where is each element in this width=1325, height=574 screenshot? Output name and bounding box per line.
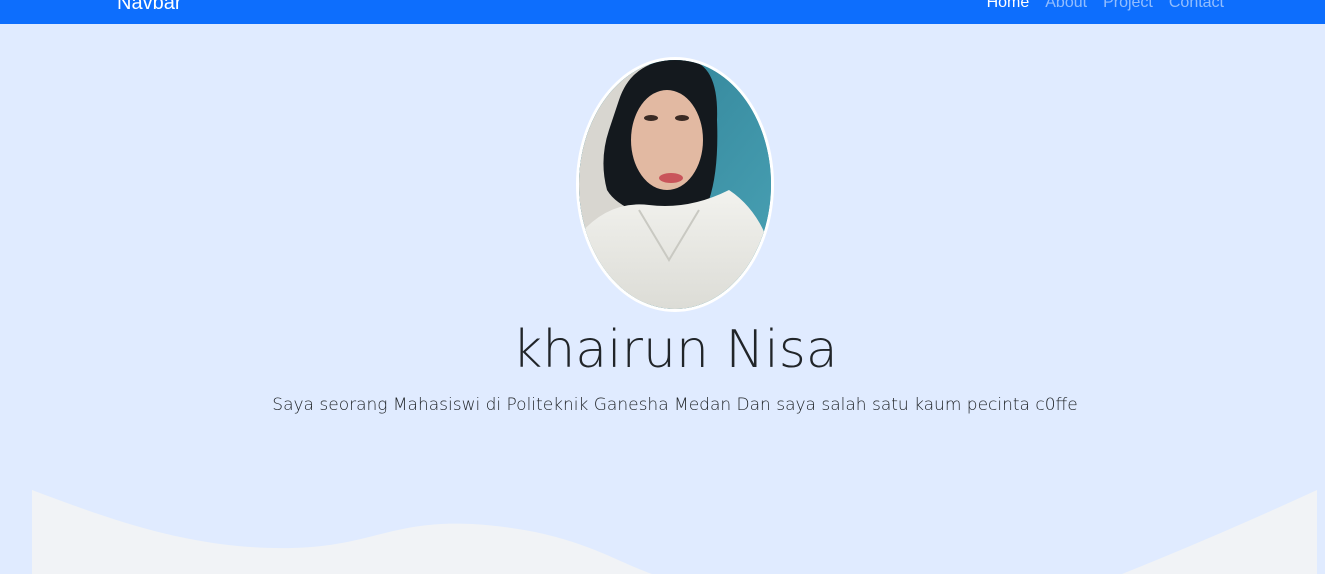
profile-tagline: Saya seorang Mahasiswi di Politeknik Gan… [272,395,1078,415]
navbar: Navbar Home About Project Contact [0,0,1325,24]
nav-link-about[interactable]: About [1045,0,1087,14]
nav-link-project[interactable]: Project [1103,0,1153,14]
profile-photo [576,57,774,312]
wave-divider [32,490,1317,574]
nav-links: Home About Project Contact [987,0,1224,14]
profile-name: khairun Nisa [512,320,838,380]
nav-link-contact[interactable]: Contact [1169,0,1224,14]
nav-link-home[interactable]: Home [987,0,1030,14]
profile-photo-illustration [579,60,771,309]
navbar-brand[interactable]: Navbar [117,0,181,15]
hero-section: khairun Nisa Saya seorang Mahasiswi di P… [0,24,1325,574]
